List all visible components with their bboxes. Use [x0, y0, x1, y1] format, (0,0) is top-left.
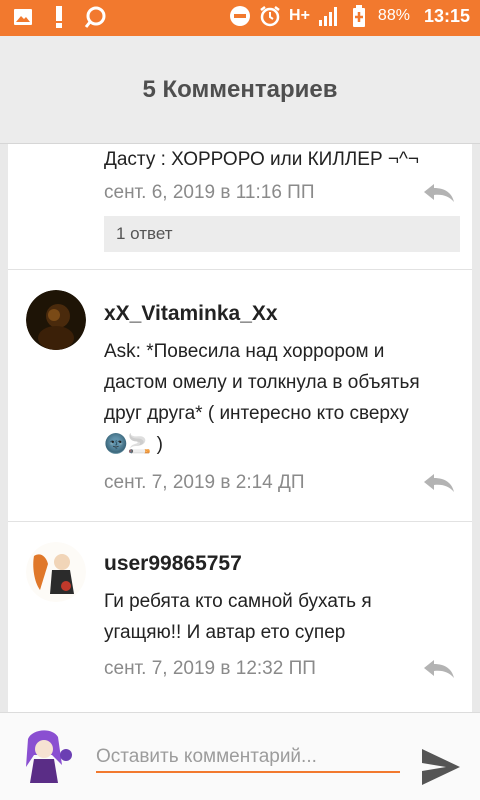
- avatar[interactable]: [26, 542, 86, 602]
- comment-item: xX_Vitaminka_Xx Ask: *Повесила над хорро…: [8, 270, 472, 522]
- comment-author[interactable]: xX_Vitaminka_Xx: [104, 302, 278, 326]
- replies-button[interactable]: 1 ответ: [104, 216, 460, 252]
- comment-text: Дасту : ХОРРОРО или КИЛЛЕР ¬^¬: [104, 149, 420, 170]
- app-icon: [84, 5, 106, 29]
- alarm-icon: [259, 4, 281, 28]
- dnd-icon: [229, 4, 251, 28]
- reply-icon[interactable]: [422, 472, 456, 494]
- send-icon[interactable]: [420, 747, 462, 787]
- status-bar: H+ 88% 13:15: [0, 0, 480, 36]
- comment-text: Ги ребята кто самной бухать я угащяю!! И…: [104, 591, 372, 643]
- comment-author[interactable]: user99865757: [104, 552, 242, 576]
- signal-icon: [318, 4, 340, 28]
- comments-header: 5 Комментариев: [0, 36, 480, 144]
- gallery-icon: [12, 5, 34, 29]
- network-type-icon: H+: [289, 7, 310, 24]
- clock: 13:15: [423, 5, 470, 26]
- comment-item: Дасту : ХОРРОРО или КИЛЛЕР ¬^¬ сент. 6, …: [8, 144, 472, 270]
- comment-input[interactable]: [96, 743, 400, 773]
- comment-date: сент. 6, 2019 в 11:16 ПП: [104, 182, 315, 203]
- alert-icon: [48, 5, 70, 29]
- comment-date: сент. 7, 2019 в 12:32 ПП: [104, 658, 316, 679]
- battery-percent: 88%: [377, 7, 410, 24]
- my-avatar[interactable]: [18, 725, 78, 787]
- battery-icon: [348, 4, 370, 28]
- comment-composer: [0, 712, 480, 800]
- page-title: 5 Комментариев: [142, 75, 338, 103]
- reply-icon[interactable]: [422, 182, 456, 204]
- reply-icon[interactable]: [422, 658, 456, 680]
- comment-date: сент. 7, 2019 в 2:14 ДП: [104, 472, 305, 493]
- avatar[interactable]: [26, 290, 86, 350]
- comment-text: Ask: *Повесила над хоррором и дастом оме…: [104, 341, 420, 455]
- comment-item: user99865757 Ги ребята кто самной бухать…: [8, 522, 472, 712]
- comments-list[interactable]: Дасту : ХОРРОРО или КИЛЛЕР ¬^¬ сент. 6, …: [8, 144, 472, 712]
